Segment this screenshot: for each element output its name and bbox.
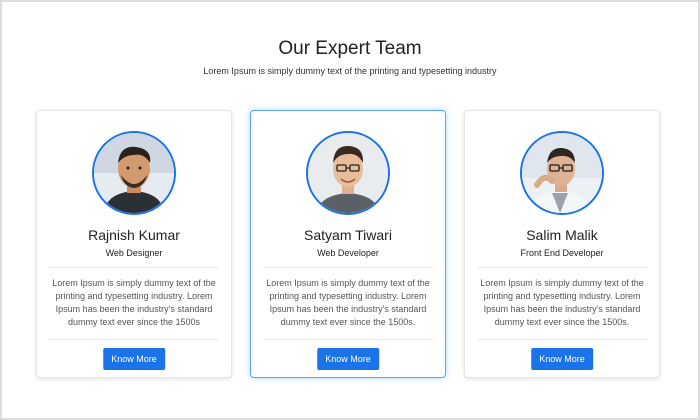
page-title: Our Expert Team bbox=[278, 38, 422, 59]
know-more-button[interactable]: Know More bbox=[103, 348, 165, 370]
page-frame: Our Expert Team Lorem Ipsum is simply du… bbox=[0, 0, 700, 420]
divider bbox=[263, 267, 433, 268]
avatar bbox=[520, 131, 604, 215]
divider bbox=[477, 339, 647, 340]
member-name: Salim Malik bbox=[526, 227, 598, 243]
avatar bbox=[306, 131, 390, 215]
know-more-button[interactable]: Know More bbox=[317, 348, 379, 370]
know-more-button[interactable]: Know More bbox=[531, 348, 593, 370]
page-subtitle: Lorem Ipsum is simply dummy text of the … bbox=[203, 66, 497, 76]
divider bbox=[263, 339, 433, 340]
member-role: Web Designer bbox=[105, 248, 163, 258]
member-description: Lorem Ipsum is simply dummy text of the … bbox=[480, 278, 644, 327]
member-role: Front End Developer bbox=[520, 248, 604, 258]
member-name: Satyam Tiwari bbox=[304, 227, 392, 243]
divider bbox=[49, 339, 219, 340]
team-card-salim: Salim Malik Front End Developer Lorem Ip… bbox=[464, 110, 660, 378]
member-name: Rajnish Kumar bbox=[88, 227, 180, 243]
member-description: Lorem Ipsum is simply dummy text of the … bbox=[52, 278, 216, 327]
team-card-rajnish: Rajnish Kumar Web Designer Lorem Ipsum i… bbox=[36, 110, 232, 378]
person-photo bbox=[522, 133, 602, 213]
avatar bbox=[92, 131, 176, 215]
divider bbox=[49, 267, 219, 268]
divider bbox=[477, 267, 647, 268]
person-photo bbox=[308, 133, 388, 213]
person-photo bbox=[94, 133, 174, 213]
team-card-satyam: Satyam Tiwari Web Developer Lorem Ipsum … bbox=[250, 110, 446, 378]
member-description: Lorem Ipsum is simply dummy text of the … bbox=[266, 278, 430, 327]
member-role: Web Developer bbox=[317, 248, 379, 258]
section-header: Our Expert Team Lorem Ipsum is simply du… bbox=[2, 38, 698, 76]
